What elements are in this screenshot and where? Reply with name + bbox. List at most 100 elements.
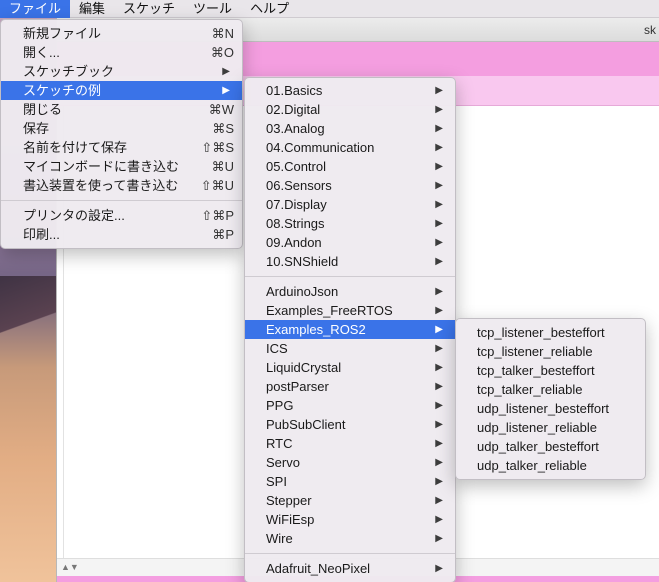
submenu-arrow-icon: ▶ xyxy=(435,324,443,335)
menu-item-label: udp_listener_reliable xyxy=(477,420,597,435)
file-menu-item[interactable]: 閉じる ⌘W xyxy=(1,100,242,119)
menu-item-label: udp_listener_besteffort xyxy=(477,401,610,416)
example-03-analog[interactable]: 03.Analog ▶ xyxy=(245,119,455,138)
menubar-tools[interactable]: ツール xyxy=(184,0,241,18)
example-06-sensors[interactable]: 06.Sensors ▶ xyxy=(245,176,455,195)
menu-item-label: 閉じる xyxy=(23,102,63,117)
submenu-arrow-icon: ▶ xyxy=(435,199,443,210)
example-01-basics[interactable]: 01.Basics ▶ xyxy=(245,81,455,100)
example-ppg[interactable]: PPG ▶ xyxy=(245,396,455,415)
menu-item-label: PubSubClient xyxy=(266,417,346,432)
example-ics[interactable]: ICS ▶ xyxy=(245,339,455,358)
menu-item-label: マイコンボードに書き込む xyxy=(23,159,180,174)
menu-item-label: udp_talker_besteffort xyxy=(477,439,599,454)
menu-item-label: 保存 xyxy=(23,121,50,136)
ros2-example-udp-listener-besteffort[interactable]: udp_listener_besteffort xyxy=(456,399,645,418)
example-examples-freertos[interactable]: Examples_FreeRTOS ▶ xyxy=(245,301,455,320)
example-servo[interactable]: Servo ▶ xyxy=(245,453,455,472)
example-02-digital[interactable]: 02.Digital ▶ xyxy=(245,100,455,119)
shortcut-label: ⌘N xyxy=(211,26,234,41)
file-menu-item[interactable]: 書込装置を使って書き込む ⇧⌘U xyxy=(1,176,242,195)
ros2-example-udp-talker-reliable[interactable]: udp_talker_reliable xyxy=(456,456,645,475)
file-menu-item[interactable]: スケッチの例 ▶ xyxy=(1,81,242,100)
ros2-example-tcp-listener-besteffort[interactable]: tcp_listener_besteffort xyxy=(456,323,645,342)
menu-item-label: Examples_ROS2 xyxy=(266,322,366,337)
example-examples-ros2[interactable]: Examples_ROS2 ▶ xyxy=(245,320,455,339)
example-postparser[interactable]: postParser ▶ xyxy=(245,377,455,396)
file-menu-item[interactable]: 名前を付けて保存 ⇧⌘S xyxy=(1,138,242,157)
menu-item-label: Adafruit_NeoPixel xyxy=(266,561,371,576)
example-wifiesp[interactable]: WiFiEsp ▶ xyxy=(245,510,455,529)
menu-item-label: tcp_listener_reliable xyxy=(477,344,593,359)
menu-separator xyxy=(245,276,455,277)
menubar-file[interactable]: ファイル xyxy=(0,0,71,18)
file-menu-item[interactable]: プリンタの設定... ⇧⌘P xyxy=(1,206,242,225)
file-menu-item[interactable]: マイコンボードに書き込む ⌘U xyxy=(1,157,242,176)
ide-window-title: sk xyxy=(644,23,656,37)
file-menu-item[interactable]: 開く... ⌘O xyxy=(1,43,242,62)
scroll-arrows-icon[interactable]: ▲▼ xyxy=(61,562,79,572)
submenu-arrow-icon: ▶ xyxy=(435,218,443,229)
menu-item-label: 01.Basics xyxy=(266,83,323,98)
menu-item-label: 新規ファイル xyxy=(23,26,102,41)
menubar-help[interactable]: ヘルプ xyxy=(241,0,298,18)
ros2-examples-submenu: tcp_listener_besteffort tcp_listener_reli… xyxy=(455,318,646,480)
submenu-arrow-icon: ▶ xyxy=(435,286,443,297)
menu-item-label: 09.Andon xyxy=(266,235,322,250)
example-05-control[interactable]: 05.Control ▶ xyxy=(245,157,455,176)
submenu-arrow-icon: ▶ xyxy=(435,362,443,373)
example-09-andon[interactable]: 09.Andon ▶ xyxy=(245,233,455,252)
example-arduinojson[interactable]: ArduinoJson ▶ xyxy=(245,282,455,301)
example-adafruit-neopixel[interactable]: Adafruit_NeoPixel ▶ xyxy=(245,559,455,578)
example-10-snshield[interactable]: 10.SNShield ▶ xyxy=(245,252,455,271)
example-rtc[interactable]: RTC ▶ xyxy=(245,434,455,453)
ros2-example-tcp-talker-reliable[interactable]: tcp_talker_reliable xyxy=(456,380,645,399)
menu-item-label: tcp_talker_reliable xyxy=(477,382,583,397)
shortcut-label: ⌘W xyxy=(208,102,234,117)
submenu-arrow-icon: ▶ xyxy=(435,476,443,487)
submenu-arrow-icon: ▶ xyxy=(435,104,443,115)
menu-item-label: 05.Control xyxy=(266,159,326,174)
submenu-arrow-icon: ▶ xyxy=(435,305,443,316)
menu-item-label: PPG xyxy=(266,398,294,413)
file-menu-item[interactable]: 印刷... ⌘P xyxy=(1,225,242,244)
file-menu-item[interactable]: 保存 ⌘S xyxy=(1,119,242,138)
menu-item-label: tcp_listener_besteffort xyxy=(477,325,605,340)
file-menu: 新規ファイル ⌘N 開く... ⌘O スケッチブック ▶ スケッチの例 ▶ 閉じる ⌘W 保存 ⌘S 名… xyxy=(0,19,243,249)
menu-item-label: 書込装置を使って書き込む xyxy=(23,178,179,193)
example-07-display[interactable]: 07.Display ▶ xyxy=(245,195,455,214)
menu-bar: ファイル 編集 スケッチ ツール ヘルプ xyxy=(0,0,659,18)
ros2-example-tcp-talker-besteffort[interactable]: tcp_talker_besteffort xyxy=(456,361,645,380)
example-08-strings[interactable]: 08.Strings ▶ xyxy=(245,214,455,233)
submenu-arrow-icon: ▶ xyxy=(435,419,443,430)
shortcut-label: ⌘S xyxy=(212,121,234,136)
submenu-arrow-icon: ▶ xyxy=(435,161,443,172)
example-04-communication[interactable]: 04.Communication ▶ xyxy=(245,138,455,157)
example-pubsubclient[interactable]: PubSubClient ▶ xyxy=(245,415,455,434)
menu-item-label: tcp_talker_besteffort xyxy=(477,363,595,378)
wallpaper-mountain xyxy=(0,276,62,366)
menu-item-label: LiquidCrystal xyxy=(266,360,342,375)
submenu-arrow-icon: ▶ xyxy=(435,256,443,267)
menu-item-label: 名前を付けて保存 xyxy=(23,140,128,155)
menu-item-label: Examples_FreeRTOS xyxy=(266,303,393,318)
submenu-arrow-icon: ▶ xyxy=(435,343,443,354)
menubar-sketch[interactable]: スケッチ xyxy=(114,0,184,18)
menu-item-label: 07.Display xyxy=(266,197,327,212)
submenu-arrow-icon: ▶ xyxy=(435,457,443,468)
file-menu-item[interactable]: 新規ファイル ⌘N xyxy=(1,24,242,43)
example-stepper[interactable]: Stepper ▶ xyxy=(245,491,455,510)
ros2-example-udp-talker-besteffort[interactable]: udp_talker_besteffort xyxy=(456,437,645,456)
menu-item-label: スケッチブック xyxy=(23,64,115,79)
ros2-example-tcp-listener-reliable[interactable]: tcp_listener_reliable xyxy=(456,342,645,361)
menu-item-label: postParser xyxy=(266,379,329,394)
file-menu-item[interactable]: スケッチブック ▶ xyxy=(1,62,242,81)
example-spi[interactable]: SPI ▶ xyxy=(245,472,455,491)
example-liquidcrystal[interactable]: LiquidCrystal ▶ xyxy=(245,358,455,377)
shortcut-label: ⇧⌘U xyxy=(200,178,234,193)
example-wire[interactable]: Wire ▶ xyxy=(245,529,455,548)
ros2-example-udp-listener-reliable[interactable]: udp_listener_reliable xyxy=(456,418,645,437)
submenu-arrow-icon: ▶ xyxy=(435,438,443,449)
menu-item-label: スケッチの例 xyxy=(23,83,102,98)
menubar-edit[interactable]: 編集 xyxy=(70,0,114,18)
